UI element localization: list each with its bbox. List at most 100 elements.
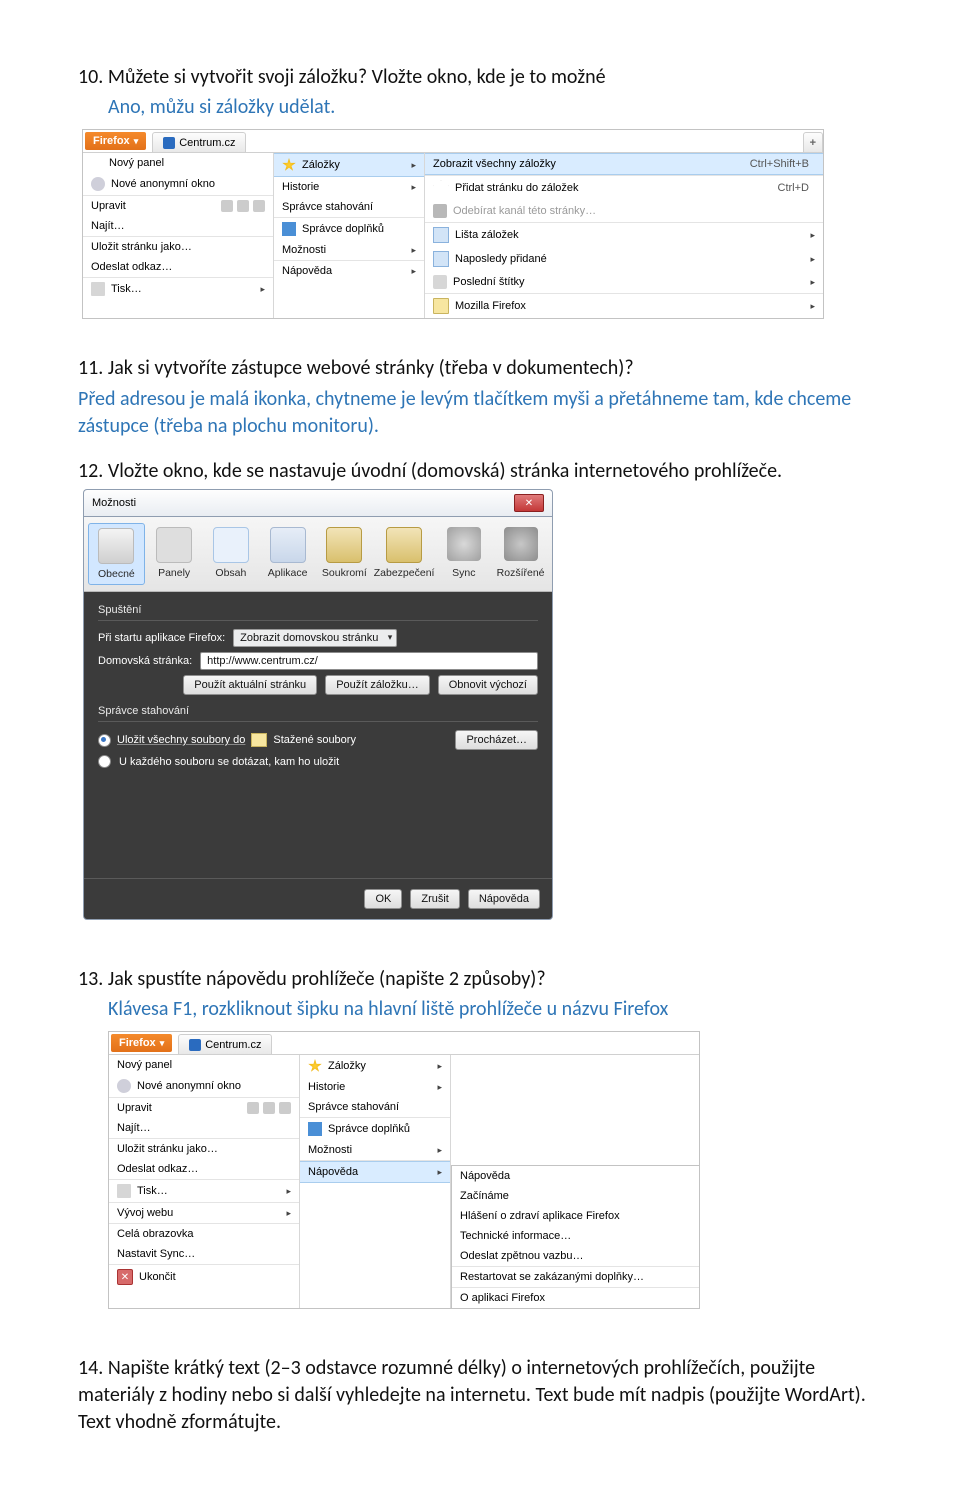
tab-label: Soukromí xyxy=(322,567,367,579)
submenu-item[interactable]: Lišta záložek▸ xyxy=(425,223,823,247)
screenshot-help-menu: Firefox▾ Centrum.cz Nový panel Nové anon… xyxy=(108,1031,700,1309)
menu-item[interactable]: Správce stahování xyxy=(274,197,424,217)
menu-item[interactable]: Záložky▸ xyxy=(300,1055,450,1077)
ok-button[interactable]: OK xyxy=(364,889,402,909)
menu-item[interactable]: Najít… xyxy=(109,1118,299,1138)
use-current-button[interactable]: Použít aktuální stránku xyxy=(183,675,317,695)
submenu-item[interactable]: Restartovat se zakázanými doplňky… xyxy=(452,1267,699,1287)
tab-label: Sync xyxy=(452,567,475,579)
submenu-item[interactable]: Začínáme xyxy=(452,1186,699,1206)
use-bookmark-button[interactable]: Použít záložku… xyxy=(325,675,430,695)
menu-item[interactable]: Nastavit Sync… xyxy=(109,1244,299,1264)
menu-item[interactable]: Uložit stránku jako… xyxy=(83,237,273,257)
menu-item[interactable]: Uložit stránku jako… xyxy=(109,1139,299,1159)
menu-item-exit[interactable]: ✕Ukončit xyxy=(109,1265,299,1289)
screenshot-options-dialog: Možnosti ✕ Obecné Panely Obsah Aplikace … xyxy=(83,489,553,920)
menu-item[interactable]: Správce doplňků xyxy=(300,1118,450,1140)
menu-item[interactable]: Správce stahování xyxy=(300,1097,450,1117)
menu-item[interactable]: Správce doplňků xyxy=(274,218,424,240)
firefox-menu-button[interactable]: Firefox▾ xyxy=(85,132,146,150)
paste-icon[interactable] xyxy=(253,200,265,212)
tab-sync[interactable]: Sync xyxy=(436,523,491,585)
menu-label: Začínáme xyxy=(460,1190,509,1202)
tab-apps[interactable]: Aplikace xyxy=(260,523,315,585)
question-14: 14. Napište krátký text (2–3 odstavce ro… xyxy=(78,1355,882,1436)
menu-label: Najít… xyxy=(117,1122,151,1134)
chevron-right-icon: ▸ xyxy=(411,245,416,256)
browse-button[interactable]: Procházet… xyxy=(455,730,538,750)
chevron-right-icon: ▸ xyxy=(810,230,815,241)
menu-label: Možnosti xyxy=(282,244,326,256)
menu-item[interactable]: Tisk…▸ xyxy=(109,1180,299,1202)
chevron-down-icon: ▾ xyxy=(134,136,139,147)
submenu-item[interactable]: Poslední štítky▸ xyxy=(425,271,823,293)
submenu-item[interactable]: Zobrazit všechny záložkyCtrl+Shift+B xyxy=(425,153,823,175)
answer-11: Před adresou je malá ikonka, chytneme je… xyxy=(78,386,882,440)
submenu-item[interactable]: Nápověda xyxy=(452,1166,699,1186)
tab-security[interactable]: Zabezpečení xyxy=(374,523,435,585)
cut-icon[interactable] xyxy=(221,200,233,212)
help-button[interactable]: Nápověda xyxy=(468,889,540,909)
menu-item[interactable]: Celá obrazovka xyxy=(109,1224,299,1244)
tab-advanced[interactable]: Rozšířené xyxy=(493,523,548,585)
new-tab-button[interactable]: + xyxy=(803,132,823,152)
homepage-input[interactable]: http://www.centrum.cz/ xyxy=(200,652,538,670)
menu-item[interactable]: Možnosti ▸ xyxy=(274,240,424,260)
submenu-item[interactable]: Přidat stránku do záložekCtrl+D xyxy=(425,176,823,200)
menu-item[interactable]: Nový panel xyxy=(83,153,273,173)
submenu-item[interactable]: O aplikaci Firefox xyxy=(452,1288,699,1308)
menu-label: Správce stahování xyxy=(282,201,373,213)
submenu-item[interactable]: Odeslat zpětnou vazbu… xyxy=(452,1246,699,1266)
tab-centrum[interactable]: Centrum.cz xyxy=(152,132,246,152)
submenu-item[interactable]: Naposledy přidané▸ xyxy=(425,247,823,271)
submenu-item[interactable]: Technické informace… xyxy=(452,1226,699,1246)
tab-label: Centrum.cz xyxy=(179,137,235,149)
privacy-icon xyxy=(326,527,362,563)
menu-item[interactable]: Nový panel xyxy=(109,1055,299,1075)
tab-favicon-icon xyxy=(189,1039,201,1051)
cancel-button[interactable]: Zrušit xyxy=(410,889,460,909)
menu-item[interactable]: Upravit xyxy=(83,196,273,216)
toolbar-icon xyxy=(433,227,449,243)
firefox-menu-button[interactable]: Firefox▾ xyxy=(111,1034,172,1052)
cut-icon[interactable] xyxy=(247,1102,259,1114)
radio-save-to[interactable] xyxy=(98,734,111,747)
menu-item[interactable]: Vývoj webu▸ xyxy=(109,1203,299,1223)
menu-label: Celá obrazovka xyxy=(117,1228,193,1240)
menu-item[interactable]: Najít… xyxy=(83,216,273,236)
question-13: 13. Jak spustíte nápovědu prohlížeče (na… xyxy=(78,966,882,993)
menu-label: Možnosti xyxy=(308,1144,352,1156)
tab-panels[interactable]: Panely xyxy=(147,523,202,585)
menu-item[interactable]: Odeslat odkaz… xyxy=(109,1159,299,1179)
paste-icon[interactable] xyxy=(279,1102,291,1114)
menu-item-help[interactable]: Nápověda▸ xyxy=(300,1161,450,1183)
submenu-item[interactable]: Odebírat kanál této stránky… xyxy=(425,200,823,222)
copy-icon[interactable] xyxy=(263,1102,275,1114)
radio-ask[interactable] xyxy=(98,755,111,768)
tab-privacy[interactable]: Soukromí xyxy=(317,523,372,585)
menu-item[interactable]: Historie▸ xyxy=(300,1077,450,1097)
copy-icon[interactable] xyxy=(237,200,249,212)
submenu-item[interactable]: Mozilla Firefox▸ xyxy=(425,294,823,318)
tab-centrum[interactable]: Centrum.cz xyxy=(178,1034,272,1054)
submenu-item[interactable]: Hlášení o zdraví aplikace Firefox xyxy=(452,1206,699,1226)
rss-icon xyxy=(433,204,447,218)
menu-item[interactable]: Tisk…▸ xyxy=(83,278,273,300)
menu-item[interactable]: Historie▸ xyxy=(274,177,424,197)
menu-item[interactable]: Upravit xyxy=(109,1098,299,1118)
menu-label: Odebírat kanál této stránky… xyxy=(453,205,596,217)
menu-item[interactable]: Možnosti▸ xyxy=(300,1140,450,1160)
close-button[interactable]: ✕ xyxy=(514,494,544,512)
chevron-right-icon: ▸ xyxy=(411,266,416,277)
menu-item[interactable]: Nápověda▸ xyxy=(274,261,424,281)
menu-item-bookmarks[interactable]: Záložky▸ xyxy=(274,153,424,177)
startup-select[interactable]: Zobrazit domovskou stránku xyxy=(233,629,397,647)
restore-default-button[interactable]: Obnovit výchozí xyxy=(438,675,538,695)
menu-item[interactable]: Nové anonymní okno xyxy=(109,1075,299,1097)
menu-item[interactable]: Odeslat odkaz… xyxy=(83,257,273,277)
tab-general[interactable]: Obecné xyxy=(88,523,145,585)
menu-label: Odeslat odkaz… xyxy=(91,261,172,273)
sync-icon xyxy=(447,527,481,561)
menu-item[interactable]: Nové anonymní okno xyxy=(83,173,273,195)
tab-content[interactable]: Obsah xyxy=(204,523,259,585)
